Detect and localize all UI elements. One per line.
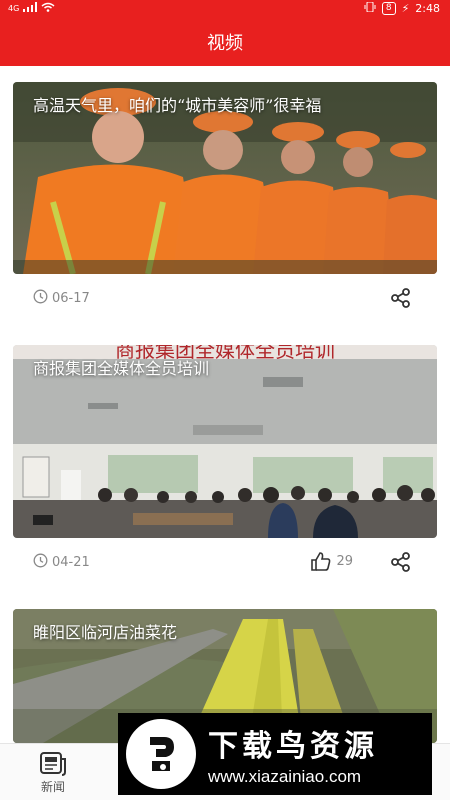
video-title-3: 睢阳区临河店油菜花 bbox=[33, 623, 178, 642]
bird-logo-icon bbox=[126, 719, 196, 789]
video-thumbnail-1[interactable]: 高温天气里，咱们的“城市美容师”很幸福 bbox=[13, 82, 437, 274]
video-meta-2: 04-21 29 bbox=[13, 550, 437, 574]
video-title-1: 高温天气里，咱们的“城市美容师”很幸福 bbox=[33, 96, 322, 115]
thumbs-up-icon bbox=[311, 552, 331, 571]
header: 视频 bbox=[0, 18, 450, 66]
vibrate-icon bbox=[364, 1, 376, 15]
signal-icon bbox=[23, 2, 38, 15]
clock: 2:48 bbox=[415, 2, 440, 15]
clock-icon bbox=[33, 289, 48, 308]
video-title-2: 商报集团全媒体全员培训 bbox=[33, 359, 210, 378]
share-button[interactable] bbox=[389, 286, 413, 310]
charging-icon: ⚡ bbox=[401, 2, 410, 15]
battery-indicator: 8 bbox=[381, 2, 396, 15]
tab-news[interactable]: 新闻 bbox=[8, 750, 98, 795]
network-label: 4G bbox=[8, 4, 20, 13]
news-icon bbox=[8, 750, 98, 778]
share-button[interactable] bbox=[389, 550, 413, 574]
watermark-title: 下载鸟资源 bbox=[208, 729, 378, 764]
clock-icon bbox=[33, 553, 48, 572]
like-button[interactable]: 29 bbox=[310, 551, 353, 571]
share-icon bbox=[391, 552, 410, 572]
divider bbox=[0, 320, 450, 332]
video-date-2: 04-21 bbox=[33, 553, 90, 572]
video-date-1: 06-17 bbox=[33, 289, 90, 308]
date-text: 04-21 bbox=[52, 555, 90, 570]
wifi-icon bbox=[41, 2, 55, 15]
watermark-url: www.xiazainiao.com bbox=[208, 767, 362, 786]
watermark-banner: 下载鸟资源 www.xiazainiao.com bbox=[118, 713, 432, 795]
tab-label: 新闻 bbox=[40, 780, 65, 794]
like-count: 29 bbox=[336, 553, 353, 569]
video-thumbnail-2[interactable]: 商报集团全媒体全员培训 商报集团全媒体全员培训 bbox=[13, 345, 437, 538]
share-icon bbox=[391, 288, 410, 308]
status-bar: 4G 8 ⚡ 2:48 bbox=[0, 0, 450, 18]
video-meta-1: 06-17 bbox=[13, 286, 437, 310]
date-text: 06-17 bbox=[52, 291, 90, 306]
page-title: 视频 bbox=[207, 33, 243, 54]
